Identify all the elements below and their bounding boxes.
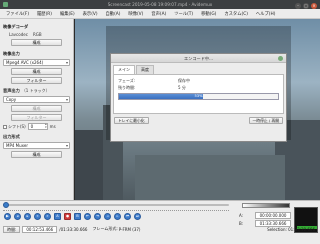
settings-panel: 映像デコーダ Lavcodec RGB 構成 映像出力 Mpeg4 AVC (x… bbox=[0, 19, 74, 200]
video-codec-select[interactable]: Mpeg4 AVC (x264) ▾ bbox=[3, 59, 70, 66]
shift-checkbox[interactable] bbox=[3, 124, 7, 129]
selection-text: Selection: 01:33:30.666 bbox=[267, 226, 315, 232]
time-button[interactable]: 時間: bbox=[3, 225, 21, 233]
audio-filters-button[interactable]: フィルター bbox=[11, 114, 62, 121]
container-select[interactable]: MP4 Muxer ▾ bbox=[3, 142, 70, 149]
frame-type-label: フレーム形式: bbox=[92, 226, 118, 231]
app-icon bbox=[3, 2, 8, 7]
last-frame-icon[interactable]: ⏭ bbox=[134, 213, 141, 220]
marker-a-time: 00:00:00.000 bbox=[255, 212, 291, 219]
decoder-lavcodec-label: Lavcodec bbox=[9, 32, 28, 37]
spin-arrows-icon: ▴ ▾ bbox=[45, 122, 47, 129]
video-codec-value: Mpeg4 AVC (x264) bbox=[6, 60, 44, 65]
menu-audio[interactable]: 音声(A) bbox=[147, 11, 170, 17]
shift-value: 0 bbox=[30, 124, 34, 129]
shift-label: シフト(S) bbox=[8, 123, 26, 129]
set-marker-b-icon[interactable]: B bbox=[74, 213, 81, 220]
record-icon[interactable]: ● bbox=[64, 213, 71, 220]
remaining-label: 残り時間: bbox=[118, 85, 136, 90]
audio-config-button[interactable]: 構成 bbox=[11, 105, 62, 112]
next-keyframe-icon[interactable]: » bbox=[44, 213, 51, 220]
tab-main[interactable]: メイン bbox=[113, 65, 135, 74]
chevron-down-icon: ▾ bbox=[65, 60, 68, 65]
shift-unit: ms bbox=[49, 124, 56, 129]
audio-codec-select[interactable]: Copy ▾ bbox=[3, 96, 70, 103]
close-icon[interactable] bbox=[278, 56, 283, 61]
dialog-tabs: メイン 高度 bbox=[111, 63, 286, 74]
video-decoder-config-button[interactable]: 構成 bbox=[11, 39, 62, 46]
shift-spinbox[interactable]: 0 ▴ ▾ bbox=[27, 122, 48, 130]
status-bar: 時間: 00:12:53.466 /01:33:30.666 フレーム形式: P… bbox=[0, 224, 320, 234]
menu-file[interactable]: ファイル(F) bbox=[2, 11, 33, 17]
timeline-slider[interactable] bbox=[3, 202, 229, 208]
chevron-down-icon: ▾ bbox=[65, 97, 68, 102]
menu-help[interactable]: ヘルプ(H) bbox=[252, 11, 279, 17]
city-building bbox=[135, 155, 285, 200]
remaining-value: 5 分 bbox=[178, 85, 186, 90]
menu-video[interactable]: 映像(V) bbox=[124, 11, 147, 17]
menu-auto[interactable]: 自動(A) bbox=[102, 11, 125, 17]
window-title: Screencast 2019-05-08 19:09:07.mp4 - Avi… bbox=[107, 2, 213, 7]
menu-edit[interactable]: 編集(E) bbox=[56, 11, 79, 17]
timeline-ticks bbox=[3, 209, 229, 211]
window-titlebar: Screencast 2019-05-08 19:09:07.mp4 - Avi… bbox=[0, 0, 320, 9]
container-value: MP4 Muxer bbox=[6, 143, 29, 148]
playback-area: ▶ ◂ ▸ « » A ● B ⇤ ⇥ ◃ ▹ ⏮ ⏭ A: 00:00:00.… bbox=[0, 200, 320, 244]
container-config-button[interactable]: 構成 bbox=[11, 151, 62, 158]
encoding-dialog: エンコード中... メイン 高度 フェーズ: 保存中 残り時間: 5 分 53% ト… bbox=[110, 53, 287, 142]
frame-type-value: P-FRM (37) bbox=[118, 226, 141, 232]
encoding-progress-bar: 53% bbox=[118, 93, 279, 100]
dialog-titlebar: エンコード中... bbox=[111, 54, 286, 63]
tab-main-panel: フェーズ: 保存中 残り時間: 5 分 53% bbox=[113, 74, 284, 114]
audio-output-title: 音声出力 bbox=[3, 88, 20, 93]
play-icon[interactable]: ▶ bbox=[4, 213, 11, 220]
goto-b-icon[interactable]: ⇥ bbox=[94, 213, 101, 220]
decoder-rgb-label: RGB bbox=[33, 32, 42, 37]
video-filters-button[interactable]: フィルター bbox=[11, 77, 62, 84]
first-frame-icon[interactable]: ⏮ bbox=[124, 213, 131, 220]
black-frame-prev-icon[interactable]: ◃ bbox=[104, 213, 111, 220]
menu-view[interactable]: 表示(V) bbox=[79, 11, 102, 17]
prev-frame-icon[interactable]: ◂ bbox=[14, 213, 21, 220]
marker-a-label: A: bbox=[239, 213, 244, 218]
video-output-title: 映像出力 bbox=[3, 51, 20, 56]
slider-thumb[interactable] bbox=[3, 202, 9, 208]
menu-recent[interactable]: 履歴(R) bbox=[33, 11, 56, 17]
goto-a-icon[interactable]: ⇤ bbox=[84, 213, 91, 220]
phase-label: フェーズ: bbox=[118, 78, 136, 83]
current-time-field[interactable]: 00:12:53.466 bbox=[22, 225, 58, 233]
menu-go[interactable]: 移動(G) bbox=[197, 11, 220, 17]
menu-bar: ファイル(F) 履歴(R) 編集(E) 表示(V) 自動(A) 映像(V) 音声… bbox=[0, 9, 320, 19]
next-frame-icon[interactable]: ▸ bbox=[24, 213, 31, 220]
pause-resume-button[interactable]: 一時停止 / 再開 bbox=[248, 117, 283, 124]
menu-tools[interactable]: ツール(T) bbox=[170, 11, 197, 17]
slider-track bbox=[3, 204, 229, 206]
audio-tracks-label[interactable]: （1 トラック） bbox=[22, 88, 50, 94]
video-decoder-title: 映像デコーダ bbox=[3, 24, 29, 29]
menu-custom[interactable]: カスタム(C) bbox=[220, 11, 252, 17]
output-format-title: 出力形式 bbox=[3, 134, 20, 139]
tab-advanced[interactable]: 高度 bbox=[136, 65, 154, 74]
progress-text: 53% bbox=[194, 94, 203, 98]
audio-codec-value: Copy bbox=[6, 97, 17, 102]
set-marker-a-icon[interactable]: A bbox=[54, 213, 61, 220]
video-config-button[interactable]: 構成 bbox=[11, 68, 62, 75]
dialog-title: エンコード中... bbox=[183, 56, 214, 61]
minimize-to-tray-button[interactable]: トレイに最小化 bbox=[114, 117, 149, 124]
city-building bbox=[75, 130, 105, 200]
black-frame-next-icon[interactable]: ▹ bbox=[114, 213, 121, 220]
phase-value: 保存中 bbox=[178, 78, 190, 83]
prev-keyframe-icon[interactable]: « bbox=[34, 213, 41, 220]
chevron-down-icon: ▾ bbox=[65, 143, 68, 148]
total-time: /01:33:30.666 bbox=[59, 226, 88, 232]
volume-meter[interactable] bbox=[242, 203, 290, 208]
